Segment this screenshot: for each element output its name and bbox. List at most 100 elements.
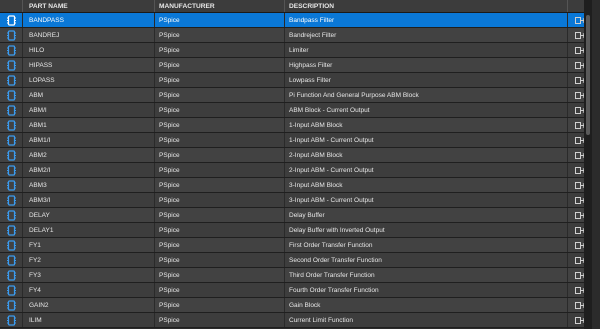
cell-manufacturer: PSpice <box>155 208 285 222</box>
part-chip-icon <box>0 253 23 267</box>
table-header: PART NAME MANUFACTURER DESCRIPTION <box>0 0 592 13</box>
cell-part-name: HIPASS <box>23 58 155 72</box>
table-row[interactable]: FY3 PSpice Third Order Transfer Function <box>0 268 592 283</box>
cell-manufacturer: PSpice <box>155 73 285 87</box>
part-chip-icon <box>0 283 23 297</box>
table-row[interactable]: HILO PSpice Limiter <box>0 43 592 58</box>
part-chip-icon <box>0 223 23 237</box>
cell-part-name: ABM1 <box>23 118 155 132</box>
cell-description: 2-Input ABM Block <box>285 148 568 162</box>
cell-part-name: ABM2/I <box>23 163 155 177</box>
table-row[interactable]: ILIM PSpice Current Limit Function <box>0 313 592 328</box>
cell-description: Pi Function And General Purpose ABM Bloc… <box>285 88 568 102</box>
scrollbar-thumb[interactable] <box>586 15 590 135</box>
cell-manufacturer: PSpice <box>155 28 285 42</box>
cell-part-name: ABM/I <box>23 103 155 117</box>
table-row[interactable]: ABM1/I PSpice 1-Input ABM - Current Output <box>0 133 592 148</box>
table-row[interactable]: ABM PSpice Pi Function And General Purpose… <box>0 88 592 103</box>
parts-table: PART NAME MANUFACTURER DESCRIPTION BANDP… <box>0 0 592 329</box>
cell-part-name: ABM2 <box>23 148 155 162</box>
cell-description: Limiter <box>285 43 568 57</box>
table-row[interactable]: ABM3/I PSpice 3-Input ABM - Current Output <box>0 193 592 208</box>
cell-part-name: BANDREJ <box>23 28 155 42</box>
cell-part-name: FY3 <box>23 268 155 282</box>
cell-manufacturer: PSpice <box>155 313 285 327</box>
part-chip-icon <box>0 178 23 192</box>
cell-manufacturer: PSpice <box>155 223 285 237</box>
vertical-scrollbar[interactable] <box>584 0 592 329</box>
cell-part-name: FY4 <box>23 283 155 297</box>
cell-manufacturer: PSpice <box>155 43 285 57</box>
part-chip-icon <box>0 88 23 102</box>
cell-description: Current Limit Function <box>285 313 568 327</box>
column-header-manufacturer[interactable]: MANUFACTURER <box>155 0 285 12</box>
part-chip-icon <box>0 58 23 72</box>
table-body: BANDPASS PSpice Bandpass Filter BANDREJ PSpi… <box>0 13 592 328</box>
cell-description: Bandreject Filter <box>285 28 568 42</box>
cell-manufacturer: PSpice <box>155 133 285 147</box>
cell-description: Bandpass Filter <box>285 13 568 27</box>
cell-part-name: DELAY1 <box>23 223 155 237</box>
cell-manufacturer: PSpice <box>155 148 285 162</box>
cell-description: 1-Input ABM Block <box>285 118 568 132</box>
cell-part-name: ABM3 <box>23 178 155 192</box>
cell-part-name: FY1 <box>23 238 155 252</box>
column-header-description[interactable]: DESCRIPTION <box>285 0 568 12</box>
cell-description: Gain Block <box>285 298 568 312</box>
part-chip-icon <box>0 193 23 207</box>
cell-description: Second Order Transfer Function <box>285 253 568 267</box>
table-row[interactable]: LOPASS PSpice Lowpass Filter <box>0 73 592 88</box>
cell-manufacturer: PSpice <box>155 238 285 252</box>
cell-description: Third Order Transfer Function <box>285 268 568 282</box>
part-chip-icon <box>0 238 23 252</box>
cell-description: Highpass Filter <box>285 58 568 72</box>
part-chip-icon <box>0 208 23 222</box>
cell-description: Delay Buffer <box>285 208 568 222</box>
cell-manufacturer: PSpice <box>155 163 285 177</box>
table-row[interactable]: BANDPASS PSpice Bandpass Filter <box>0 13 592 28</box>
cell-manufacturer: PSpice <box>155 13 285 27</box>
cell-manufacturer: PSpice <box>155 253 285 267</box>
cell-part-name: ABM3/I <box>23 193 155 207</box>
part-chip-icon <box>0 13 23 27</box>
cell-manufacturer: PSpice <box>155 88 285 102</box>
cell-description: Fourth Order Transfer Function <box>285 283 568 297</box>
table-row[interactable]: GAIN2 PSpice Gain Block <box>0 298 592 313</box>
part-chip-icon <box>0 103 23 117</box>
cell-manufacturer: PSpice <box>155 178 285 192</box>
cell-part-name: ILIM <box>23 313 155 327</box>
table-row[interactable]: DELAY PSpice Delay Buffer <box>0 208 592 223</box>
part-chip-icon <box>0 118 23 132</box>
cell-description: First Order Transfer Function <box>285 238 568 252</box>
table-row[interactable]: FY4 PSpice Fourth Order Transfer Function <box>0 283 592 298</box>
cell-manufacturer: PSpice <box>155 193 285 207</box>
cell-part-name: HILO <box>23 43 155 57</box>
table-row[interactable]: ABM3 PSpice 3-Input ABM Block <box>0 178 592 193</box>
column-header-part-name[interactable]: PART NAME <box>23 0 155 12</box>
part-chip-icon <box>0 43 23 57</box>
part-chip-icon <box>0 298 23 312</box>
cell-manufacturer: PSpice <box>155 298 285 312</box>
cell-manufacturer: PSpice <box>155 268 285 282</box>
cell-part-name: BANDPASS <box>23 13 155 27</box>
part-chip-icon <box>0 313 23 327</box>
table-row[interactable]: HIPASS PSpice Highpass Filter <box>0 58 592 73</box>
part-chip-icon <box>0 268 23 282</box>
table-row[interactable]: BANDREJ PSpice Bandreject Filter <box>0 28 592 43</box>
table-row[interactable]: FY2 PSpice Second Order Transfer Function <box>0 253 592 268</box>
table-row[interactable]: ABM/I PSpice ABM Block - Current Output <box>0 103 592 118</box>
cell-description: 1-Input ABM - Current Output <box>285 133 568 147</box>
cell-manufacturer: PSpice <box>155 58 285 72</box>
table-row[interactable]: FY1 PSpice First Order Transfer Function <box>0 238 592 253</box>
cell-description: Delay Buffer with Inverted Output <box>285 223 568 237</box>
table-row[interactable]: ABM2/I PSpice 2-Input ABM - Current Output <box>0 163 592 178</box>
part-chip-icon <box>0 148 23 162</box>
part-chip-icon <box>0 163 23 177</box>
table-row[interactable]: ABM1 PSpice 1-Input ABM Block <box>0 118 592 133</box>
table-row[interactable]: DELAY1 PSpice Delay Buffer with Inverted O… <box>0 223 592 238</box>
table-row[interactable]: ABM2 PSpice 2-Input ABM Block <box>0 148 592 163</box>
header-icon-column <box>0 0 23 12</box>
cell-description: 2-Input ABM - Current Output <box>285 163 568 177</box>
cell-part-name: DELAY <box>23 208 155 222</box>
cell-manufacturer: PSpice <box>155 103 285 117</box>
